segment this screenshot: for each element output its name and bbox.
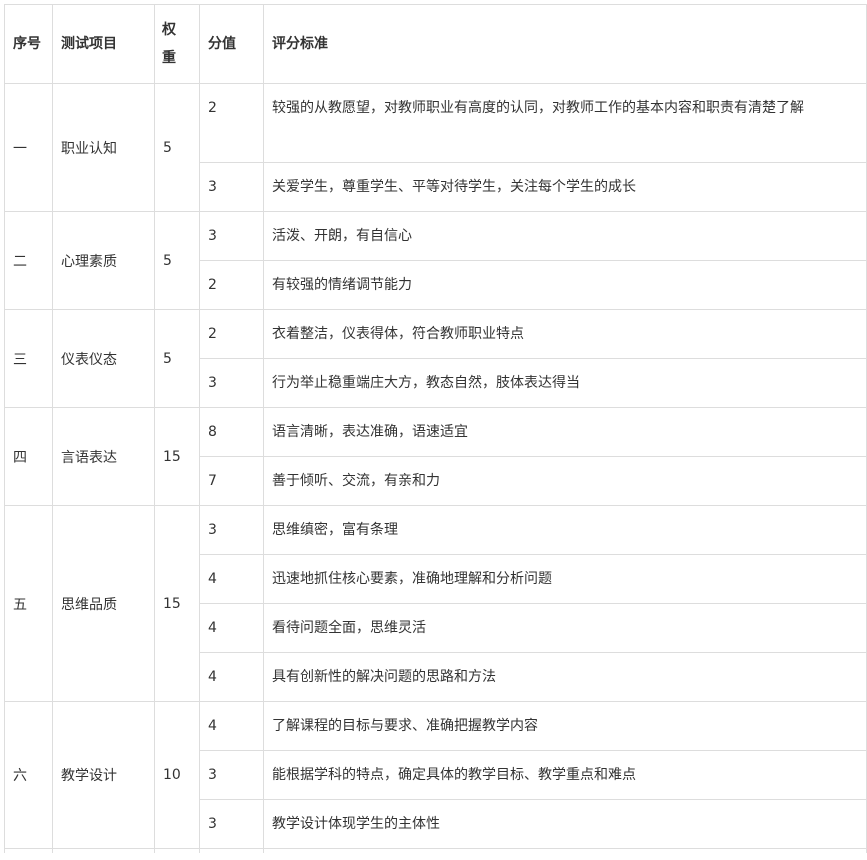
row-criteria: 语言清晰，表达准确，语速适宜: [263, 407, 867, 457]
cutoff-cell: [199, 848, 264, 853]
row-seq: 六: [4, 701, 53, 849]
cutoff-cell: [4, 848, 53, 853]
header-criteria: 评分标准: [263, 4, 867, 84]
row-criteria: 活泼、开朗，有自信心: [263, 211, 867, 261]
header-row: 序号 测试项目 权重 分值 评分标准: [4, 4, 867, 84]
table-row: 一 职业认知 5 2 较强的从教愿望，对教师职业有高度的认同，对教师工作的基本内…: [4, 83, 867, 212]
row-score: 3: [199, 162, 264, 212]
row-item: 言语表达: [52, 407, 155, 506]
row-score: 4: [199, 652, 264, 702]
row-score: 8: [199, 407, 264, 457]
row-score: 3: [199, 799, 264, 849]
table-row: 六 教学设计 10 4 了解课程的目标与要求、准确把握教学内容: [4, 701, 867, 849]
table-row: 二 心理素质 5 3 活泼、开朗，有自信心: [4, 211, 867, 310]
row-score: 3: [199, 211, 264, 261]
row-score: 7: [199, 456, 264, 506]
row-criteria: 能根据学科的特点，确定具体的教学目标、教学重点和难点: [263, 750, 867, 800]
row-criteria: 具有创新性的解决问题的思路和方法: [263, 652, 867, 702]
row-weight: 15: [154, 407, 200, 506]
row-criteria: 教学设计体现学生的主体性: [263, 799, 867, 849]
row-score: 3: [199, 750, 264, 800]
row-item: 思维品质: [52, 505, 155, 702]
table-row: 三 仪表仪态 5 2 衣着整洁，仪表得体，符合教师职业特点: [4, 309, 867, 408]
row-seq: 二: [4, 211, 53, 310]
row-criteria: 善于倾听、交流，有亲和力: [263, 456, 867, 506]
row-seq: 五: [4, 505, 53, 702]
header-item: 测试项目: [52, 4, 155, 84]
row-weight: 5: [154, 83, 200, 212]
row-criteria: 有较强的情绪调节能力: [263, 260, 867, 310]
row-criteria: 行为举止稳重端庄大方，教态自然，肢体表达得当: [263, 358, 867, 408]
row-weight: 5: [154, 211, 200, 310]
row-criteria: 较强的从教愿望，对教师职业有高度的认同，对教师工作的基本内容和职责有清楚了解: [263, 83, 867, 163]
row-criteria: 了解课程的目标与要求、准确把握教学内容: [263, 701, 867, 751]
row-weight: 5: [154, 309, 200, 408]
header-weight: 权重: [154, 4, 200, 84]
row-seq: 三: [4, 309, 53, 408]
row-score: 4: [199, 701, 264, 751]
cutoff-cell: [263, 848, 867, 853]
row-criteria: 看待问题全面，思维灵活: [263, 603, 867, 653]
row-item: 仪表仪态: [52, 309, 155, 408]
cutoff-cell: [52, 848, 155, 853]
row-seq: 四: [4, 407, 53, 506]
row-criteria: 迅速地抓住核心要素，准确地理解和分析问题: [263, 554, 867, 604]
row-score: 3: [199, 505, 264, 555]
cutoff-cell: [154, 848, 200, 853]
table-row-cutoff: [4, 848, 867, 853]
row-score: 4: [199, 603, 264, 653]
row-score: 2: [199, 83, 264, 163]
scoring-table: 序号 测试项目 权重 分值 评分标准 一 职业认知 5 2 较强的从教愿望，对教…: [4, 4, 867, 853]
row-item: 心理素质: [52, 211, 155, 310]
table-row: 四 言语表达 15 8 语言清晰，表达准确，语速适宜: [4, 407, 867, 506]
row-criteria: 衣着整洁，仪表得体，符合教师职业特点: [263, 309, 867, 359]
table-row: 五 思维品质 15 3 思维缜密，富有条理: [4, 505, 867, 702]
row-score: 2: [199, 260, 264, 310]
header-seq: 序号: [4, 4, 53, 84]
row-item: 职业认知: [52, 83, 155, 212]
row-weight: 15: [154, 505, 200, 702]
row-item: 教学设计: [52, 701, 155, 849]
row-criteria: 思维缜密，富有条理: [263, 505, 867, 555]
row-seq: 一: [4, 83, 53, 212]
row-weight: 10: [154, 701, 200, 849]
row-criteria: 关爱学生，尊重学生、平等对待学生，关注每个学生的成长: [263, 162, 867, 212]
row-score: 3: [199, 358, 264, 408]
header-score: 分值: [199, 4, 264, 84]
row-score: 2: [199, 309, 264, 359]
row-score: 4: [199, 554, 264, 604]
